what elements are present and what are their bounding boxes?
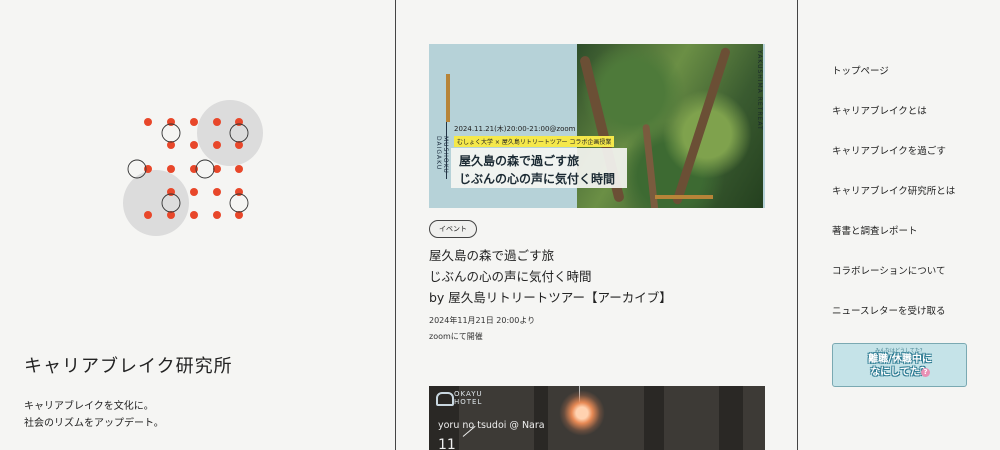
image-title: 屋久島の森で過ごす旅 じぶんの心の声に気付く時間	[459, 152, 615, 188]
nav-item-books-reports[interactable]: 著書と調査レポート	[832, 222, 955, 262]
photo-pillar	[534, 386, 548, 450]
site-tagline: キャリアブレイクを文化に。 社会のリズムをアップデート。	[24, 398, 164, 432]
nav-item-newsletter[interactable]: ニュースレターを受け取る	[832, 302, 955, 342]
nav-item-collaboration[interactable]: コラボレーションについて	[832, 262, 955, 302]
image-accent-bar	[446, 74, 450, 122]
logo-ring	[161, 123, 181, 143]
logo-dot	[213, 211, 221, 219]
tagline-line: キャリアブレイクを文化に。	[24, 401, 154, 412]
image-date: 2024.11.21(木)20:00-21:00@zoom	[454, 125, 576, 133]
logo-ring	[127, 159, 147, 179]
site-title[interactable]: キャリアブレイク研究所	[24, 352, 233, 378]
logo-ring	[195, 159, 215, 179]
category-badge[interactable]: イベント	[429, 220, 477, 238]
image-title-line: 屋久島の森で過ごす旅	[459, 154, 580, 168]
image-accent-bar	[655, 195, 713, 199]
hotel-logo-line: HOTEL	[454, 398, 483, 406]
logo-dot	[213, 141, 221, 149]
image-vertical-text: YAKUSHIMA RETREAT	[756, 50, 763, 131]
nav-item-about-career-break[interactable]: キャリアブレイクとは	[832, 102, 955, 142]
tree-trunk	[671, 46, 732, 206]
article-venue: zoomにて開催	[429, 332, 483, 341]
image-title: yoru no tsudoi @ Nara	[438, 420, 545, 431]
article-meta: 2024年11月21日 20:00より zoomにて開催	[429, 313, 535, 345]
nav-item-top[interactable]: トップページ	[832, 62, 955, 102]
main-nav: トップページ キャリアブレイクとは キャリアブレイクを過ごす キャリアブレイク研…	[832, 62, 955, 342]
article-thumbnail[interactable]: OKAYU HOTEL yoru no tsudoi @ Nara 11	[429, 386, 765, 450]
tagline-line: 社会のリズムをアップデート。	[24, 418, 164, 429]
image-collab-label: むしょく大学 × 屋久島リトリートツアー コラボ企画授業	[454, 136, 615, 147]
logo-dot	[213, 188, 221, 196]
photo-pillar	[719, 386, 743, 450]
logo-big-circle	[123, 170, 189, 236]
logo-ring	[229, 193, 249, 213]
article-title-line: 屋久島の森で過ごす旅	[429, 248, 555, 263]
article-thumbnail[interactable]: MUSHOKU DAIGAKU YAKUSHIMA RETREAT 2024.1…	[429, 44, 765, 208]
article-title-line: by 屋久島リトリートツアー【アーカイブ】	[429, 290, 672, 305]
image-title-line: じぶんの心の声に気付く時間	[459, 172, 616, 186]
logo-dot	[144, 211, 152, 219]
nav-item-spend-career-break[interactable]: キャリアブレイクを過ごす	[832, 142, 955, 182]
nav-item-about-lab[interactable]: キャリアブレイク研究所とは	[832, 182, 955, 222]
image-number: 11	[438, 437, 456, 450]
hotel-logo-icon	[436, 392, 454, 406]
logo-dot	[190, 118, 198, 126]
logo-dot	[144, 118, 152, 126]
logo-dot	[190, 141, 198, 149]
logo-dot	[190, 211, 198, 219]
logo-dot	[190, 188, 198, 196]
banner-title-line: 離職/休職中に	[868, 354, 932, 365]
article-title[interactable]: 屋久島の森で過ごす旅 じぶんの心の声に気付く時間 by 屋久島リトリートツアー【…	[429, 245, 672, 308]
hotel-logo-line: OKAYU	[454, 390, 483, 398]
survey-banner[interactable]: みんなはどうしてた？ 離職/休職中に なにしてた？ ?	[832, 343, 967, 387]
photo-pillar	[644, 386, 664, 450]
image-vertical-text: MUSHOKU DAIGAKU	[435, 136, 449, 174]
article-list: MUSHOKU DAIGAKU YAKUSHIMA RETREAT 2024.1…	[396, 0, 797, 450]
logo-dot	[213, 118, 221, 126]
question-icon: ?	[921, 368, 930, 377]
logo-dot	[235, 165, 243, 173]
logo-dot	[167, 165, 175, 173]
hotel-logo-text: OKAYU HOTEL	[454, 390, 483, 406]
lamp-glow	[559, 390, 605, 436]
left-column: キャリアブレイク研究所 キャリアブレイクを文化に。 社会のリズムをアップデート。	[0, 0, 395, 450]
logo-dot-pattern	[123, 100, 263, 236]
article-title-line: じぶんの心の声に気付く時間	[429, 269, 592, 284]
right-sidebar: トップページ キャリアブレイクとは キャリアブレイクを過ごす キャリアブレイク研…	[798, 0, 1000, 450]
article-date: 2024年11月21日 20:00より	[429, 316, 536, 325]
